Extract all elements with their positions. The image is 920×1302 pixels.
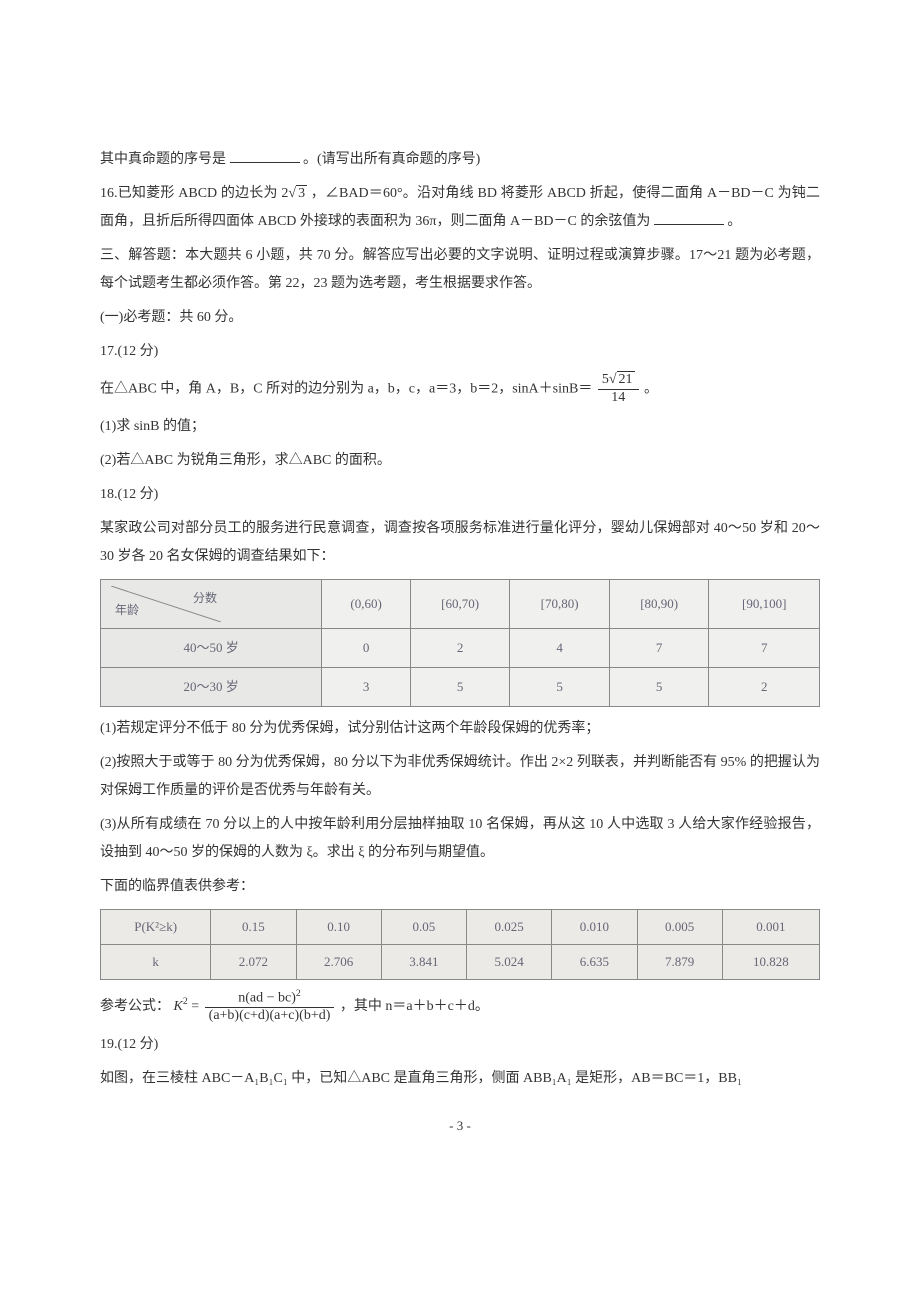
- q18-ref-intro: 下面的临界值表供参考：: [100, 873, 820, 901]
- cell: 7.879: [637, 944, 722, 979]
- section3-intro1: 三、解答题：本大题共 6 小题，共 70 分。解答应写出必要的文字说明、证明过程…: [100, 242, 820, 298]
- cell: 3: [322, 667, 411, 706]
- cell: 2.072: [211, 944, 296, 979]
- cell-pk: P(K²≥k): [101, 909, 211, 944]
- q16-text-a: 16.已知菱形 ABCD 的边长为 2: [100, 186, 288, 201]
- cell: 5: [609, 667, 709, 706]
- q15-remainder: 其中真命题的序号是 。(请写出所有真命题的序号): [100, 146, 820, 174]
- diag-score-label: 分数: [193, 586, 217, 610]
- row-20-30-label: 20～30 岁: [101, 667, 322, 706]
- col-90-100: [90,100]: [709, 579, 820, 628]
- cell: 0.15: [211, 909, 296, 944]
- frac-num-5: 5: [602, 372, 609, 387]
- critical-value-table: P(K²≥k) 0.15 0.10 0.05 0.025 0.010 0.005…: [100, 909, 820, 980]
- col-80-90: [80,90): [609, 579, 709, 628]
- sup-2: 2: [183, 996, 188, 1007]
- q17-part2: (2)若△ABC 为锐角三角形，求△ABC 的面积。: [100, 447, 820, 475]
- cell: 0: [322, 628, 411, 667]
- formula-label: 参考公式：: [100, 998, 170, 1013]
- section3-intro2: (一)必考题：共 60 分。: [100, 304, 820, 332]
- col-70-80: [70,80): [510, 579, 610, 628]
- cell: 0.001: [722, 909, 819, 944]
- sqrt3: 3: [296, 185, 307, 201]
- cell: 7: [709, 628, 820, 667]
- sqrt-symbol: √: [288, 186, 296, 201]
- cell: 0.005: [637, 909, 722, 944]
- formula-where: ，其中 n＝a＋b＋c＋d。: [340, 998, 489, 1013]
- q17-text-b: 。: [644, 382, 658, 397]
- q19-head: 19.(12 分): [100, 1031, 820, 1059]
- table-row: k 2.072 2.706 3.841 5.024 6.635 7.879 10…: [101, 944, 820, 979]
- sup-2b: 2: [296, 988, 301, 999]
- survey-table: 年龄 分数 (0,60) [60,70) [70,80) [80,90) [90…: [100, 579, 820, 707]
- q15-text-a: 其中真命题的序号是: [100, 152, 226, 167]
- q18-part2: (2)按照大于或等于 80 分为优秀保姆，80 分以下为非优秀保姆统计。作出 2…: [100, 749, 820, 805]
- q19-line: 如图，在三棱柱 ABC－A₁B₁C₁ 中，已知△ABC 是直角三角形，侧面 AB…: [100, 1065, 820, 1093]
- q18-part1: (1)若规定评分不低于 80 分为优秀保姆，试分别估计这两个年龄段保姆的优秀率；: [100, 715, 820, 743]
- cell-k: k: [101, 944, 211, 979]
- page-number: - 3 -: [100, 1113, 820, 1139]
- cell: 5: [410, 667, 510, 706]
- q18-formula: 参考公式： K2 = n(ad − bc)2 (a+b)(c+d)(a+c)(b…: [100, 988, 820, 1025]
- cell: 5: [510, 667, 610, 706]
- q16-text-c: 。: [727, 214, 741, 229]
- q16: 16.已知菱形 ABCD 的边长为 2√3 ，∠BAD＝60°。沿对角线 BD …: [100, 180, 820, 236]
- formula-K: K: [174, 998, 183, 1013]
- cell: 10.828: [722, 944, 819, 979]
- col-0-60: (0,60): [322, 579, 411, 628]
- cell: 0.10: [296, 909, 381, 944]
- cell: 0.025: [467, 909, 552, 944]
- table-row: 40～50 岁 0 2 4 7 7: [101, 628, 820, 667]
- cell: 2.706: [296, 944, 381, 979]
- frac-den-14: 14: [598, 390, 639, 407]
- blank-16: [654, 210, 724, 225]
- diag-header-cell: 年龄 分数: [101, 579, 322, 628]
- cell: 5.024: [467, 944, 552, 979]
- formula-den: (a+b)(c+d)(a+c)(b+d): [205, 1008, 335, 1025]
- fraction-5sqrt21-over-14: 5√21 14: [598, 372, 639, 407]
- cell: 3.841: [381, 944, 466, 979]
- q17-part1: (1)求 sinB 的值；: [100, 413, 820, 441]
- cell: 2: [709, 667, 820, 706]
- frac-num: 5√21: [598, 372, 639, 390]
- cell: 4: [510, 628, 610, 667]
- cell: 0.010: [552, 909, 637, 944]
- formula-num-text: n(ad − bc): [238, 990, 296, 1005]
- q18-part3: (3)从所有成绩在 70 分以上的人中按年龄利用分层抽样抽取 10 名保姆，再从…: [100, 811, 820, 867]
- cell: 6.635: [552, 944, 637, 979]
- formula-fraction: n(ad − bc)2 (a+b)(c+d)(a+c)(b+d): [205, 988, 335, 1025]
- sqrt-symbol: √: [609, 372, 617, 387]
- blank-15: [230, 148, 300, 163]
- q18-head: 18.(12 分): [100, 481, 820, 509]
- q17-line1: 在△ABC 中，角 A，B，C 所对的边分别为 a，b，c，a＝3，b＝2，si…: [100, 372, 820, 407]
- table-row-header: 年龄 分数 (0,60) [60,70) [70,80) [80,90) [90…: [101, 579, 820, 628]
- cell: 2: [410, 628, 510, 667]
- table-row: 20～30 岁 3 5 5 5 2: [101, 667, 820, 706]
- cell: 7: [609, 628, 709, 667]
- row-40-50-label: 40～50 岁: [101, 628, 322, 667]
- formula-num: n(ad − bc)2: [205, 988, 335, 1008]
- col-60-70: [60,70): [410, 579, 510, 628]
- diag-age-label: 年龄: [115, 598, 139, 622]
- cell: 0.05: [381, 909, 466, 944]
- table-row: P(K²≥k) 0.15 0.10 0.05 0.025 0.010 0.005…: [101, 909, 820, 944]
- q17-head: 17.(12 分): [100, 338, 820, 366]
- q17-text-a: 在△ABC 中，角 A，B，C 所对的边分别为 a，b，c，a＝3，b＝2，si…: [100, 382, 592, 397]
- frac-num-sqrt21: 21: [617, 371, 635, 387]
- q18-intro: 某家政公司对部分员工的服务进行民意调查，调查按各项服务标准进行量化评分，婴幼儿保…: [100, 515, 820, 571]
- q15-text-b: 。(请写出所有真命题的序号): [303, 152, 480, 167]
